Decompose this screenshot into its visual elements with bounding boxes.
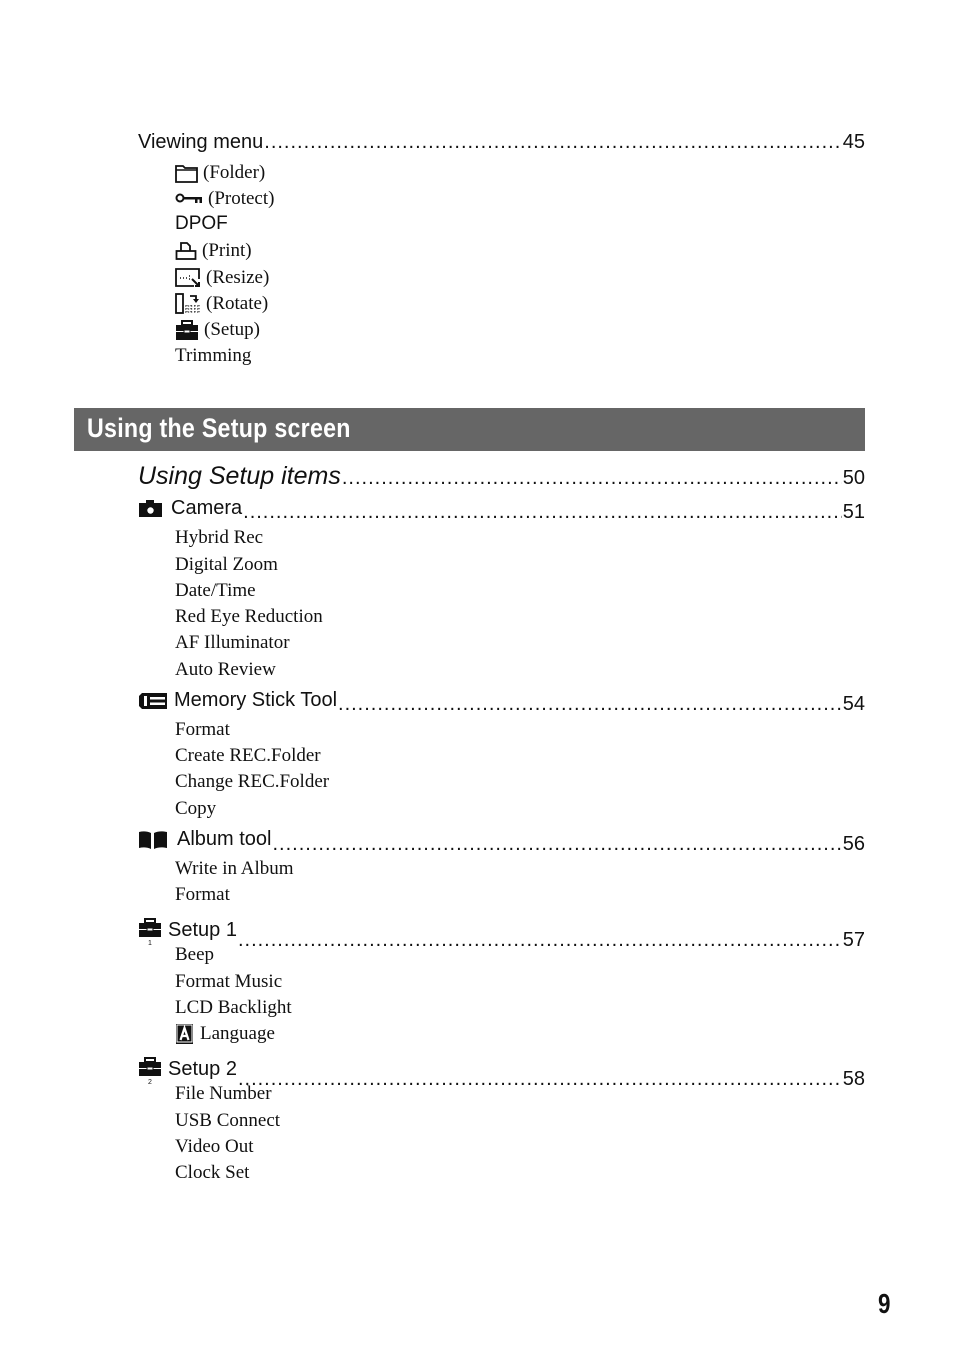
toc-title: Camera	[171, 497, 243, 519]
leader-dots	[342, 467, 842, 490]
leader-dots	[243, 501, 842, 524]
sub-item: Write in Album	[175, 858, 294, 879]
toc-page: 56	[842, 832, 865, 855]
toc-title: Setup 2	[168, 1057, 237, 1080]
toc-title: Memory Stick Tool	[174, 689, 338, 711]
album-book-icon	[139, 830, 167, 849]
toc-setup-1[interactable]: 1 Setup 1 57	[138, 914, 865, 952]
sub-item: Clock Set	[175, 1162, 250, 1183]
toc-title: Viewing menu	[138, 131, 264, 153]
setup2-toolbox-icon: 2	[139, 1057, 161, 1085]
sub-item-protect: (Protect)	[175, 188, 274, 210]
toc-memory-stick-tool[interactable]: Memory Stick Tool 54	[138, 689, 865, 716]
toc-title: Setup 1	[168, 918, 237, 941]
leader-dots	[238, 929, 842, 952]
memory-stick-icon	[139, 692, 167, 709]
sub-item: Date/Time	[175, 580, 256, 601]
svg-text:2: 2	[148, 1079, 152, 1085]
resize-icon	[175, 268, 200, 287]
leader-dots	[264, 131, 841, 154]
toc-page: 45	[842, 131, 865, 153]
toc-title: Album tool	[177, 828, 272, 850]
toc-page: 57	[842, 929, 865, 951]
leader-dots	[338, 693, 842, 716]
sub-item: Red Eye Reduction	[175, 606, 323, 627]
sub-item-language: Language	[175, 1023, 275, 1045]
sub-item: Create REC.Folder	[175, 745, 321, 766]
sub-item: Change REC.Folder	[175, 771, 330, 792]
toc-using-setup-items[interactable]: Using Setup items 50	[138, 462, 865, 491]
section-banner: Using the Setup screen	[74, 408, 865, 451]
sub-item: Video Out	[175, 1136, 254, 1157]
toc-page: 54	[842, 692, 865, 715]
sub-item: Digital Zoom	[175, 554, 278, 575]
sub-item-resize: (Resize)	[175, 267, 269, 289]
sub-item: Auto Review	[175, 659, 276, 680]
page-number: 9	[878, 1288, 891, 1319]
rotate-icon	[175, 293, 200, 314]
sub-item-folder: (Folder)	[175, 162, 265, 184]
sub-item: Copy	[175, 798, 217, 819]
sub-item: Format Music	[175, 971, 283, 992]
setup1-toolbox-icon: 1	[139, 918, 161, 946]
sub-item: Hybrid Rec	[175, 527, 264, 548]
folder-icon	[175, 164, 198, 183]
toc-album-tool[interactable]: Album tool 56	[138, 828, 865, 856]
toc-camera[interactable]: Camera 51	[138, 497, 865, 524]
camera-icon	[139, 500, 162, 517]
section-title: Using the Setup screen	[87, 413, 351, 443]
sub-item-trimming: Trimming	[175, 345, 252, 366]
toolbox-icon	[176, 319, 198, 340]
svg-text:1: 1	[148, 940, 152, 946]
sub-item: Beep	[175, 944, 215, 965]
sub-item: USB Connect	[175, 1110, 281, 1131]
language-icon	[176, 1024, 193, 1044]
sub-item-setup: (Setup)	[175, 319, 260, 341]
sub-item-dpof: DPOF	[175, 213, 228, 234]
sub-item: LCD Backlight	[175, 997, 292, 1018]
sub-item-print: (Print)	[175, 240, 252, 262]
sub-item: Format	[175, 884, 230, 905]
leader-dots	[238, 1068, 842, 1091]
leader-dots	[273, 833, 842, 856]
toc-title: Using Setup items	[138, 462, 341, 490]
sub-item: AF Illuminator	[175, 632, 290, 653]
toc-viewing-menu[interactable]: Viewing menu 45	[138, 131, 865, 154]
toc-page: 58	[842, 1068, 865, 1090]
print-icon	[175, 242, 197, 260]
toc-page: 50	[842, 467, 865, 489]
key-icon	[175, 193, 202, 203]
sub-item: Format	[175, 719, 230, 740]
sub-item: File Number	[175, 1083, 272, 1104]
sub-item-rotate: (Rotate)	[175, 293, 268, 315]
toc-page: 51	[842, 501, 865, 523]
